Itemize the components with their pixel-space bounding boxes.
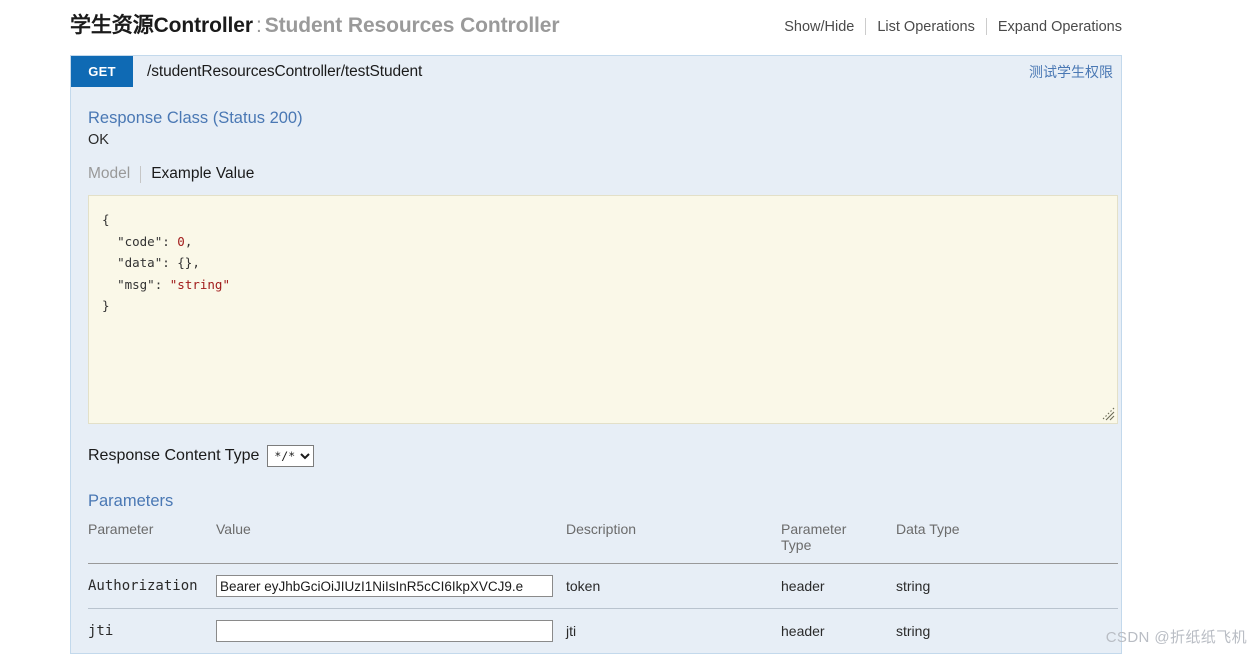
column-header-parameter-type: Parameter Type bbox=[781, 517, 896, 564]
response-status-description: OK bbox=[88, 132, 109, 148]
response-content-type-label: Response Content Type bbox=[88, 447, 260, 464]
model-example-tabs: Model Example Value bbox=[88, 165, 1121, 183]
tab-example-value[interactable]: Example Value bbox=[141, 165, 254, 183]
column-header-parameter-type-line1: Parameter bbox=[781, 521, 847, 537]
json-key-msg: "msg" bbox=[117, 276, 155, 292]
row-description: jti bbox=[566, 623, 577, 639]
operation-summary[interactable]: 测试学生权限 bbox=[1029, 56, 1121, 87]
row-data-type: string bbox=[896, 623, 931, 639]
authorization-input[interactable] bbox=[216, 575, 553, 597]
expand-operations-link[interactable]: Expand Operations bbox=[987, 19, 1122, 35]
column-header-parameter: Parameter bbox=[88, 517, 216, 564]
parameters-table-head: Parameter Value Description Parameter Typ… bbox=[88, 517, 1118, 564]
json-value-data: {} bbox=[177, 255, 193, 270]
column-header-data-type: Data Type bbox=[896, 517, 1118, 564]
parameters-title: Parameters bbox=[88, 492, 174, 510]
resource-title-cn: 学生资源Controller bbox=[70, 14, 253, 37]
response-class-title: Response Class (Status 200) bbox=[88, 109, 303, 127]
tab-model[interactable]: Model bbox=[88, 165, 140, 183]
row-parameter-type: header bbox=[781, 563, 896, 609]
parameters-table: Parameter Value Description Parameter Typ… bbox=[88, 517, 1118, 653]
resource-title-en: Student Resources Controller bbox=[264, 14, 560, 37]
swagger-page: 学生资源Controller: Student Resources Control… bbox=[0, 0, 1255, 655]
csdn-watermark: CSDN @折纸纸飞机 bbox=[1105, 629, 1247, 646]
show-hide-link[interactable]: Show/Hide bbox=[784, 19, 865, 35]
json-brace-open: { bbox=[102, 212, 110, 227]
json-key-data: "data" bbox=[117, 255, 163, 270]
operation-block: GET /studentResourcesController/testStud… bbox=[70, 55, 1122, 654]
row-parameter-name: Authorization bbox=[88, 563, 216, 609]
resize-grip-icon[interactable] bbox=[1101, 407, 1115, 421]
column-header-parameter-type-line2: Type bbox=[781, 537, 812, 553]
row-value-cell bbox=[216, 609, 566, 654]
table-row: Authorization token header string bbox=[88, 563, 1118, 609]
operation-content: Response Class (Status 200) OK Model Exa… bbox=[71, 109, 1121, 653]
table-header-row: Parameter Value Description Parameter Typ… bbox=[88, 517, 1118, 564]
row-parameter-name: jti bbox=[88, 623, 114, 639]
operation-heading[interactable]: GET /studentResourcesController/testStud… bbox=[71, 55, 1121, 87]
parameters-table-body: Authorization token header string jti bbox=[88, 563, 1118, 654]
column-header-value: Value bbox=[216, 517, 566, 564]
row-data-type: string bbox=[896, 563, 1118, 609]
list-operations-link[interactable]: List Operations bbox=[866, 19, 986, 35]
json-brace-close: } bbox=[102, 298, 110, 313]
json-key-code: "code" bbox=[117, 233, 163, 249]
http-method-badge[interactable]: GET bbox=[71, 56, 133, 87]
example-value-code: { "code": 0, "data": {}, "msg": "string"… bbox=[102, 212, 230, 313]
row-description: token bbox=[566, 563, 781, 609]
title-separator: : bbox=[255, 14, 262, 37]
row-parameter-type: header bbox=[781, 623, 825, 639]
column-header-description: Description bbox=[566, 517, 781, 564]
json-value-code: 0 bbox=[177, 233, 185, 249]
row-value-cell bbox=[216, 563, 566, 609]
resource-options: Show/Hide List Operations Expand Operati… bbox=[784, 18, 1122, 35]
operation-path[interactable]: /studentResourcesController/testStudent bbox=[133, 56, 1029, 87]
json-value-msg: "string" bbox=[169, 276, 230, 292]
response-content-type-select[interactable]: */* bbox=[267, 445, 315, 467]
json-comma-0: , bbox=[184, 233, 193, 249]
table-row: jti jti header string bbox=[88, 609, 1118, 654]
resource-header: 学生资源Controller: Student Resources Control… bbox=[70, 12, 1122, 52]
example-value-box[interactable]: { "code": 0, "data": {}, "msg": "string"… bbox=[88, 195, 1118, 424]
jti-input[interactable] bbox=[216, 620, 553, 642]
json-comma-1: , bbox=[192, 255, 200, 270]
response-content-type-row: Response Content Type */* bbox=[88, 445, 1121, 467]
